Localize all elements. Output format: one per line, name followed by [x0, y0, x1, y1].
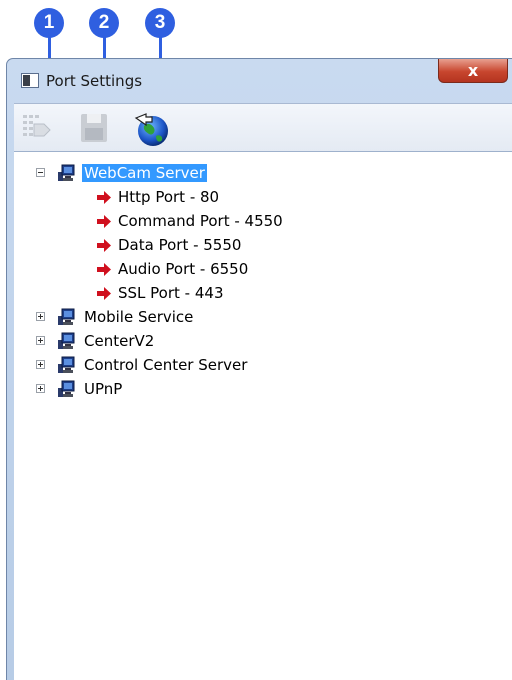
- connect-button[interactable]: [20, 110, 56, 146]
- tree-node-label: UPnP: [84, 380, 123, 398]
- callout-1-badge: 1: [34, 8, 64, 38]
- callout-2-badge: 2: [89, 8, 119, 38]
- tree-child-label: Http Port - 80: [118, 188, 220, 206]
- upnp-globe-button[interactable]: [132, 110, 168, 146]
- port-settings-window: Port Settings x WebCam Server Http Port …: [6, 58, 512, 680]
- expand-toggle[interactable]: [36, 384, 45, 393]
- callout-3-badge: 3: [145, 8, 175, 38]
- server-computer-icon: [58, 380, 75, 397]
- server-computer-icon: [58, 164, 75, 181]
- network-connect-icon: [23, 115, 51, 137]
- red-arrow-icon: [97, 215, 111, 228]
- server-computer-icon: [58, 308, 75, 325]
- red-arrow-icon: [97, 263, 111, 276]
- tree-child-label: Command Port - 4550: [118, 212, 283, 230]
- tree-child-label: Data Port - 5550: [118, 236, 242, 254]
- save-button[interactable]: [76, 110, 112, 146]
- tree-child-label: Audio Port - 6550: [118, 260, 249, 278]
- callout-1: 1: [34, 8, 64, 120]
- tree-node-label: WebCam Server: [82, 164, 207, 182]
- close-button[interactable]: x: [438, 59, 508, 83]
- callout-2: 2: [89, 8, 119, 120]
- globe-upnp-icon: [134, 113, 168, 146]
- server-computer-icon: [58, 356, 75, 373]
- save-floppy-icon: [81, 114, 107, 142]
- expand-toggle[interactable]: [36, 336, 45, 345]
- tree-node-label: Control Center Server: [84, 356, 248, 374]
- tree-node-label: CenterV2: [84, 332, 155, 350]
- collapse-toggle[interactable]: [36, 168, 45, 177]
- callout-3: 3: [145, 8, 175, 120]
- red-arrow-icon: [97, 287, 111, 300]
- window-icon: [21, 73, 39, 88]
- server-computer-icon: [58, 332, 75, 349]
- expand-toggle[interactable]: [36, 360, 45, 369]
- title-bar[interactable]: Port Settings x: [7, 59, 512, 103]
- tree-node-label: Mobile Service: [84, 308, 194, 326]
- red-arrow-icon: [97, 191, 111, 204]
- tree-child-label: SSL Port - 443: [118, 284, 224, 302]
- expand-toggle[interactable]: [36, 312, 45, 321]
- window-title: Port Settings: [46, 72, 143, 90]
- toolbar: [14, 103, 512, 152]
- close-icon: x: [467, 61, 479, 80]
- red-arrow-icon: [97, 239, 111, 252]
- port-tree-panel: WebCam Server Http Port - 80 Command Por…: [14, 151, 512, 680]
